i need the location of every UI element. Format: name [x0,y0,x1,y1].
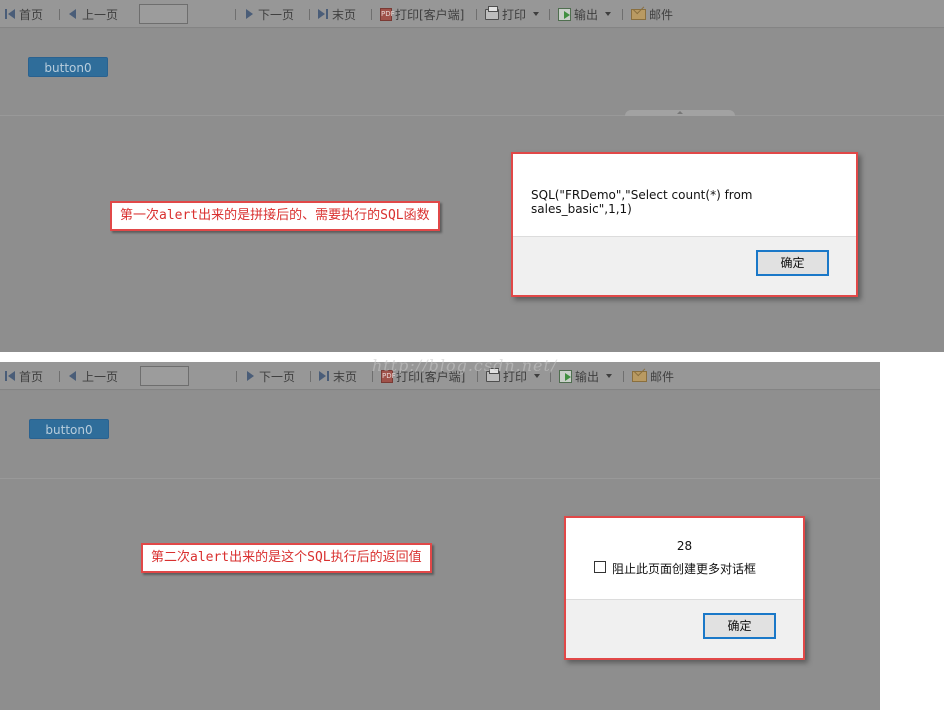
parameter-form-area: button0 [0,29,944,116]
last-page-button[interactable]: 末页 [319,362,357,390]
email-label: 邮件 [649,7,674,22]
screenshot-panel-2: 首页 上一页 下一页 末页 PDF 打印[客户端] 打印 输出 邮件 butto… [0,362,880,710]
print-client-label: 打印[客户端] [395,7,465,22]
prev-page-label: 上一页 [82,369,119,384]
annotation-note-2: 第二次alert出来的是这个SQL执行后的返回值 [141,543,432,573]
last-page-icon [318,8,329,20]
toolbar-divider [549,9,550,20]
prev-page-button[interactable]: 上一页 [68,0,118,28]
toolbar-divider [236,371,237,382]
first-page-label: 首页 [19,7,44,22]
first-page-icon [5,370,16,382]
button0[interactable]: button0 [29,419,109,439]
suppress-dialogs-checkbox[interactable] [594,561,606,573]
toolbar-divider [371,9,372,20]
ok-button[interactable]: 确定 [756,250,829,276]
toolbar-divider [59,9,60,20]
print-client-button[interactable]: PDF 打印[客户端] [380,0,464,28]
next-page-icon [244,8,255,20]
first-page-button[interactable]: 首页 [5,0,43,28]
export-menu-button[interactable]: 输出 [559,362,613,390]
mail-icon [631,8,646,20]
toolbar-divider [623,371,624,382]
prev-page-icon [68,370,79,382]
alert-footer: 确定 [566,599,803,658]
first-page-button[interactable]: 首页 [5,362,43,390]
toolbar-divider [476,9,477,20]
mail-icon [632,370,647,382]
print-menu-button[interactable]: 打印 [485,0,540,28]
prev-page-label: 上一页 [82,7,119,22]
export-menu-button[interactable]: 输出 [558,0,612,28]
email-label: 邮件 [650,369,675,384]
watermark: http://blog.csdn.net/ [372,356,558,375]
ok-button[interactable]: 确定 [703,613,776,639]
alert-body: 28 阻止此页面创建更多对话框 [566,518,803,601]
annotation-note-1: 第一次alert出来的是拼接后的、需要执行的SQL函数 [110,201,440,231]
last-page-label: 末页 [333,369,358,384]
collapse-handle[interactable] [625,110,735,116]
alert-body: SQL("FRDemo","Select count(*) from sales… [513,154,856,238]
report-toolbar: 首页 上一页 下一页 末页 PDF 打印[客户端] 打印 输出 邮件 [0,0,944,28]
print-label: 打印 [502,7,527,22]
prev-page-icon [68,8,79,20]
next-page-button[interactable]: 下一页 [245,362,295,390]
export-icon [559,369,572,383]
last-page-button[interactable]: 末页 [318,0,356,28]
first-page-icon [5,8,16,20]
toolbar-divider [309,9,310,20]
chevron-down-icon [533,12,540,16]
alert-message: 28 [676,539,693,553]
last-page-label: 末页 [332,7,357,22]
next-page-icon [245,370,256,382]
email-button[interactable]: 邮件 [631,0,673,28]
button0[interactable]: button0 [28,57,108,77]
printer-icon [485,5,499,20]
toolbar-divider [59,371,60,382]
next-page-label: 下一页 [259,369,296,384]
export-icon [558,7,571,21]
chevron-down-icon [606,374,613,378]
alert-footer: 确定 [513,236,856,295]
screenshot-panel-1: 首页 上一页 下一页 末页 PDF 打印[客户端] 打印 输出 邮件 butto… [0,0,944,352]
alert-dialog-2: 28 阻止此页面创建更多对话框 确定 [564,516,805,660]
toolbar-divider [622,9,623,20]
first-page-label: 首页 [19,369,44,384]
last-page-icon [319,370,330,382]
next-page-label: 下一页 [258,7,295,22]
export-label: 输出 [574,7,599,22]
parameter-form-area: button0 [0,391,880,479]
chevron-down-icon [605,12,612,16]
page-number-input[interactable] [139,4,188,24]
alert-message: SQL("FRDemo","Select count(*) from sales… [531,188,753,216]
export-label: 输出 [575,369,600,384]
page-number-input[interactable] [140,366,189,386]
prev-page-button[interactable]: 上一页 [68,362,118,390]
toolbar-divider [310,371,311,382]
email-button[interactable]: 邮件 [632,362,674,390]
pdf-icon: PDF [380,7,395,21]
toolbar-divider [235,9,236,20]
alert-dialog-1: SQL("FRDemo","Select count(*) from sales… [511,152,858,297]
suppress-dialogs-label: 阻止此页面创建更多对话框 [612,562,757,576]
next-page-button[interactable]: 下一页 [244,0,294,28]
